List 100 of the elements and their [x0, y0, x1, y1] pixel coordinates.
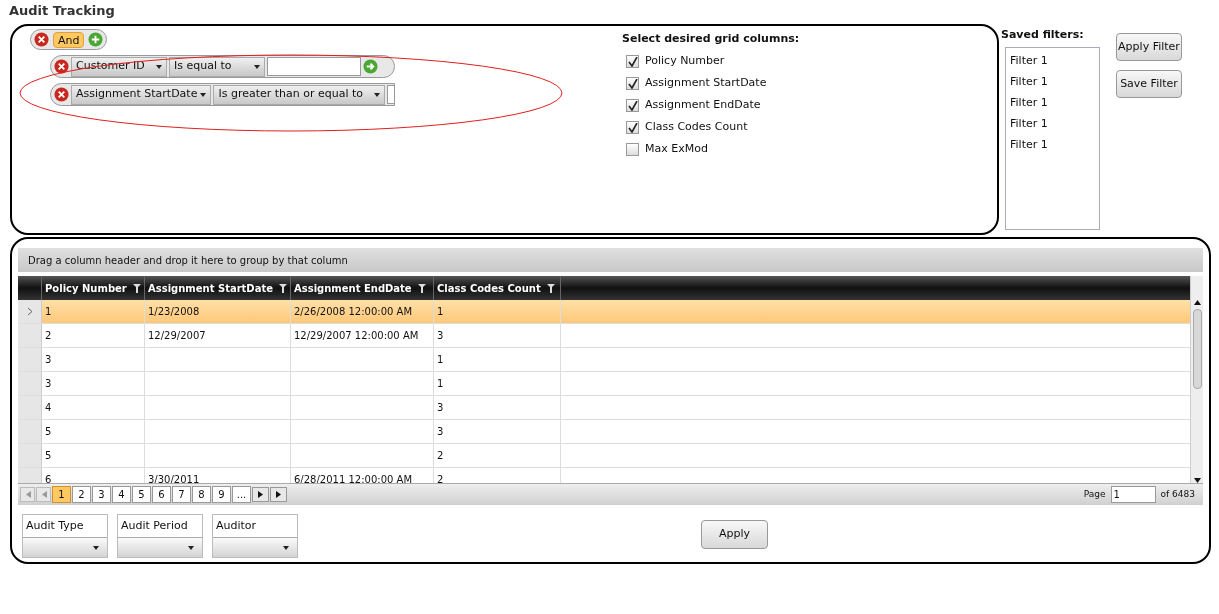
next-page-button[interactable] — [252, 487, 269, 502]
filter-button[interactable]: Apply Filter — [1116, 33, 1182, 61]
grid-cell-text: 2 — [437, 473, 444, 483]
apply-button[interactable]: Apply — [701, 520, 768, 549]
dropdown[interactable]: Assignment StartDate — [71, 84, 212, 105]
checkbox[interactable] — [626, 143, 639, 156]
filter-icon[interactable] — [132, 283, 141, 293]
page-button[interactable]: ... — [232, 486, 251, 503]
grid-row[interactable]: 3 1 — [18, 348, 1190, 372]
last-page-icon — [275, 491, 282, 498]
page-button[interactable]: 8 — [192, 486, 211, 503]
grid-cell-text: 1 — [437, 305, 444, 319]
caret-icon — [200, 92, 207, 97]
page-total: of 6483 — [1160, 487, 1195, 501]
first-page-icon — [24, 491, 31, 498]
page-button[interactable]: 5 — [132, 486, 151, 503]
caret-icon — [374, 92, 381, 97]
dropdown[interactable]: Is greater than or equal to — [213, 84, 386, 105]
grid-cell-text: 3 — [45, 377, 52, 391]
value-field[interactable] — [387, 85, 394, 104]
caret-icon — [93, 545, 99, 550]
caret-icon — [283, 545, 289, 550]
dropdown-label: Auditor — [215, 517, 258, 534]
caret-icon — [188, 545, 194, 550]
page-button[interactable]: 1 — [52, 486, 71, 503]
check-icon — [627, 122, 638, 133]
next-page-icon — [257, 491, 264, 498]
checkbox[interactable] — [626, 99, 639, 112]
grid-cell-text: 2 — [437, 449, 444, 463]
checkbox[interactable] — [626, 55, 639, 68]
caret-icon — [254, 64, 260, 69]
first-page-button[interactable] — [20, 487, 35, 502]
grid-cell-text: 5 — [45, 425, 52, 439]
saved-filters-title: Saved filters: — [1001, 27, 1085, 43]
checkbox-label: Assignment StartDate — [645, 75, 767, 92]
check-icon — [627, 100, 638, 111]
filter-dropdown[interactable]: Audit Type — [22, 514, 108, 558]
grid-cell-text: 12/29/2007 12:00:00 AM — [294, 329, 419, 343]
grid-row[interactable]: 2 12/29/2007 12/29/2007 12:00:00 AM 3 — [18, 324, 1190, 348]
grid-cell-text: 3 — [437, 401, 444, 415]
grid-row[interactable]: 3 1 — [18, 372, 1190, 396]
scrollbar[interactable] — [1190, 276, 1203, 483]
grid-cell-text: 3/30/2011 — [148, 473, 200, 483]
grid-cell-text: 6 — [45, 473, 52, 483]
checkbox[interactable] — [626, 77, 639, 90]
grid-cell-text: 2/26/2008 12:00:00 AM — [294, 305, 412, 319]
grid-row[interactable]: 1 1/23/2008 2/26/2008 12:00:00 AM 1 — [18, 300, 1190, 324]
checkbox-label: Class Codes Count — [645, 119, 748, 136]
filter-dropdown[interactable]: Auditor — [212, 514, 298, 558]
grid-cell-text: 1 — [437, 377, 444, 391]
page-button[interactable]: 3 — [92, 486, 111, 503]
saved-filter-item[interactable]: Filter 1 — [1010, 94, 1099, 116]
add-icon[interactable] — [88, 32, 104, 47]
grid-cell-text: 5 — [45, 449, 52, 463]
saved-filter-item[interactable]: Filter 1 — [1010, 73, 1099, 95]
previous-page-icon — [40, 491, 47, 498]
page-field[interactable]: 1 — [1110, 486, 1156, 503]
grid-row[interactable]: 4 3 — [18, 396, 1190, 420]
value-field[interactable] — [267, 57, 361, 76]
operator-button[interactable]: And — [53, 31, 85, 48]
page-button[interactable]: 2 — [72, 486, 91, 503]
page-button[interactable]: 7 — [172, 486, 191, 503]
column-chooser-title: Select desired grid columns: — [622, 31, 800, 47]
grid-cell-text: 2 — [45, 329, 52, 343]
page-button[interactable]: 9 — [212, 486, 231, 503]
dropdown-label: Audit Period — [120, 517, 189, 534]
grid-row[interactable]: 5 3 — [18, 420, 1190, 444]
scroll-thumb[interactable] — [1192, 309, 1202, 389]
filter-icon[interactable] — [279, 283, 287, 293]
remove-icon[interactable] — [54, 59, 69, 74]
page-title: Audit Tracking — [9, 2, 115, 20]
grid-cell-text: 12/29/2007 — [148, 329, 206, 343]
remove-icon[interactable] — [34, 32, 49, 47]
dropdown[interactable]: Is equal to — [169, 56, 265, 77]
last-page-button[interactable] — [270, 487, 287, 502]
grid-cell-text: 1 — [45, 305, 52, 319]
grid-cell-text: 1/23/2008 — [148, 305, 200, 319]
check-icon — [627, 56, 638, 67]
filter-icon[interactable] — [546, 283, 555, 293]
page-button[interactable]: 6 — [152, 486, 171, 503]
remove-icon[interactable] — [54, 87, 69, 102]
filter-dropdown[interactable]: Audit Period — [117, 514, 203, 558]
grid-row[interactable]: 5 2 — [18, 444, 1190, 468]
grid-cell-text: 6/28/2011 12:00:00 AM — [294, 473, 412, 483]
checkbox-label: Assignment EndDate — [645, 97, 761, 114]
saved-filter-item[interactable]: Filter 1 — [1010, 136, 1099, 158]
grid-cell-text: 3 — [45, 353, 52, 367]
saved-filter-item[interactable]: Filter 1 — [1010, 115, 1099, 137]
arrow-icon[interactable] — [363, 59, 378, 74]
page-button[interactable]: 4 — [112, 486, 131, 503]
dropdown-label: Audit Type — [25, 517, 85, 534]
checkbox-label: Policy Number — [645, 53, 725, 70]
previous-page-button[interactable] — [36, 487, 51, 502]
filter-icon[interactable] — [417, 283, 426, 293]
scroll-up-icon[interactable] — [1193, 300, 1201, 305]
saved-filter-item[interactable]: Filter 1 — [1010, 52, 1099, 74]
group-hint: Drag a column header and drop it here to group by that column — [28, 253, 348, 268]
chevron-icon — [26, 307, 33, 316]
filter-button[interactable]: Save Filter — [1116, 70, 1182, 98]
checkbox[interactable] — [626, 121, 639, 134]
